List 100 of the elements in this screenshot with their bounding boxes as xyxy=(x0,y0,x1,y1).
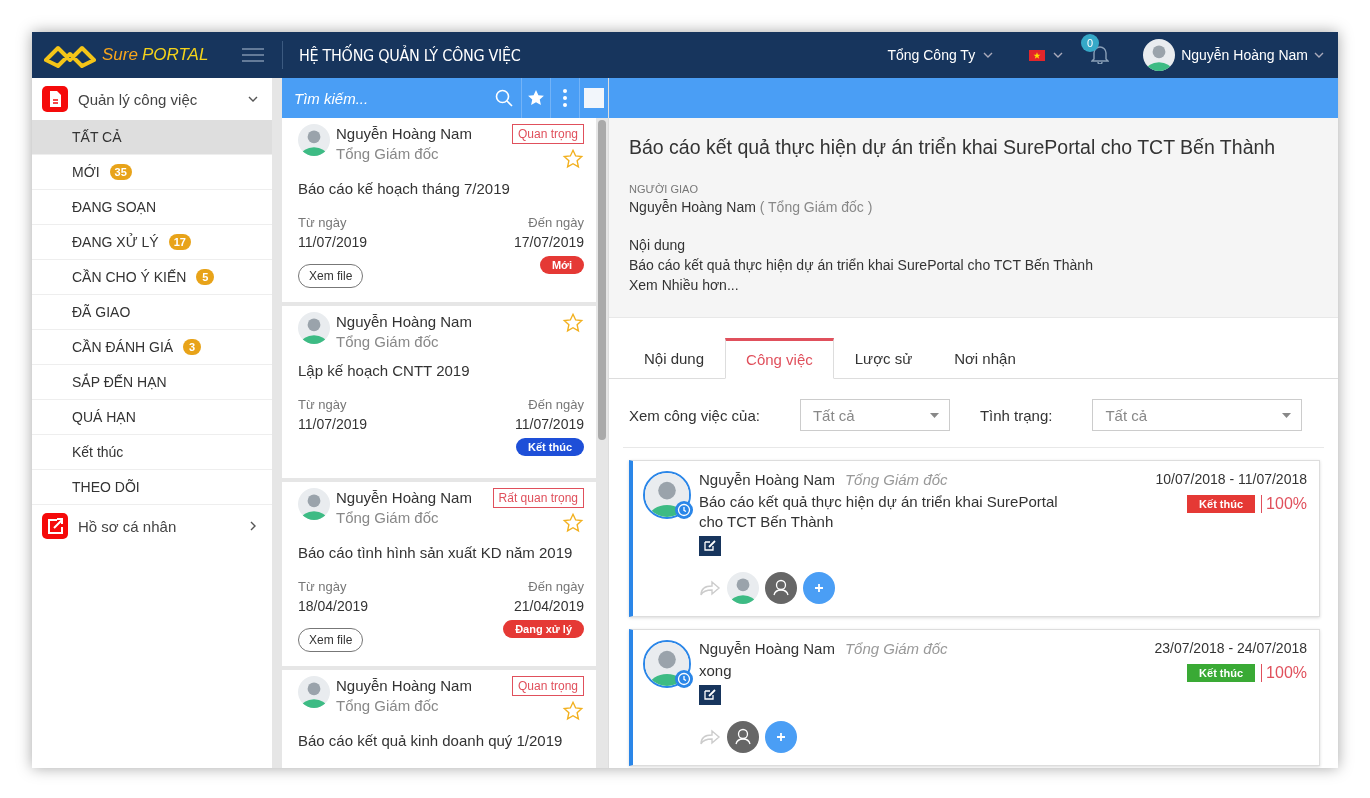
avatar xyxy=(298,488,330,520)
task-card[interactable]: Nguyễn Hoàng Nam Tổng Giám đốc Rất quan trọng Báo cáo tình hình sản xuất KD năm 2019 Từ ngày 18/04/2019 Đến ngày 21/04/2019 Xem file Đang xử lý xyxy=(282,482,596,666)
subtask-text: xong xyxy=(699,661,733,681)
sidebar-group[interactable]: Hồ sơ cá nhân xyxy=(32,505,272,547)
search-icon[interactable] xyxy=(495,89,513,107)
sidebar-label: CẦN ĐÁNH GIÁ xyxy=(72,339,174,355)
person-role: Tổng Giám đốc xyxy=(844,640,948,657)
clock-icon xyxy=(675,670,693,688)
view-file-button[interactable]: Xem file xyxy=(298,628,364,652)
status-badge: Mới xyxy=(539,256,584,274)
view-file-button[interactable]: Xem file xyxy=(298,264,364,288)
start-date: 11/07/2019 xyxy=(298,416,368,432)
subtask-card[interactable]: Nguyễn Hoàng Nam Tổng Giám đốc Báo cáo kết quả thực hiện dự án triển khai SurePortal cho TCT Bến Thành 10/07/2018 - 11/07/2018 Kết thúc 100% xyxy=(629,460,1320,617)
user-avatar xyxy=(1143,39,1176,71)
logo-text: PORTAL xyxy=(141,45,209,65)
user-icon xyxy=(765,572,797,604)
star-icon[interactable] xyxy=(562,312,584,334)
chevron-icon[interactable] xyxy=(248,96,258,102)
chevron-icon[interactable] xyxy=(250,521,256,531)
person-role: Tổng Giám đốc xyxy=(336,332,440,352)
date-label: Từ ngày xyxy=(298,397,348,412)
app-title: HỆ THỐNG QUẢN LÝ CÔNG VIỆC xyxy=(299,45,522,65)
filter-dropdown[interactable]: Tất cả xyxy=(799,399,950,431)
person-name: Nguyễn Hoàng Nam xyxy=(336,488,473,508)
sidebar-label: SẮP ĐẾN HẠN xyxy=(72,374,167,390)
status-badge: Kết thúc xyxy=(516,438,584,456)
tab[interactable]: Nơi nhận xyxy=(933,338,1037,379)
date-label: Đến ngày xyxy=(528,215,584,230)
filter-dropdown[interactable]: Tất cả xyxy=(1092,399,1303,431)
date-range: 10/07/2018 - 11/07/2018 xyxy=(1155,471,1307,487)
sidebar-item[interactable]: ĐANG SOẠN xyxy=(32,190,272,225)
content-text: Báo cáo kết quả thực hiện dự án triển khai SurePortal cho TCT Bến Thành xyxy=(629,256,1094,275)
edit-icon[interactable] xyxy=(699,536,721,556)
start-date: 11/07/2019 xyxy=(298,234,368,250)
task-title: Lập kế hoạch CNTT 2019 xyxy=(298,362,471,379)
more-icon[interactable] xyxy=(563,89,567,107)
task-card[interactable]: Nguyễn Hoàng Nam Tổng Giám đốc Quan trọng Báo cáo kết quả kinh doanh quý 1/2019 xyxy=(282,670,596,768)
date-label: Từ ngày xyxy=(298,215,348,230)
sidebar-label: CẦN CHO Ý KIẾN xyxy=(72,269,187,285)
checkbox-icon[interactable] xyxy=(584,88,604,108)
forward-icon[interactable] xyxy=(699,579,721,597)
sidebar-item[interactable]: SẮP ĐẾN HẠN xyxy=(32,365,272,400)
avatar xyxy=(298,124,330,156)
task-title: Báo cáo kế hoạch tháng 7/2019 xyxy=(298,180,511,197)
sidebar-item[interactable]: CẦN ĐÁNH GIÁ 3 xyxy=(32,330,272,365)
task-title: Báo cáo kết quả kinh doanh quý 1/2019 xyxy=(298,732,564,749)
assignee-avatar xyxy=(727,572,759,604)
menu-icon[interactable] xyxy=(242,48,264,62)
chevron-down-icon[interactable] xyxy=(983,52,994,58)
assigner-name: Nguyễn Hoàng Nam xyxy=(629,199,756,215)
sidebar-label: MỚI xyxy=(72,164,100,180)
tab[interactable]: Lược sử xyxy=(833,338,934,379)
sidebar-item[interactable]: MỚI 35 xyxy=(32,155,272,190)
chevron-down-icon[interactable] xyxy=(1314,52,1324,58)
progress-percent: 100% xyxy=(1261,664,1307,682)
subtask-card[interactable]: Nguyễn Hoàng Nam Tổng Giám đốc xong 23/07/2018 - 24/07/2018 Kết thúc 100% xyxy=(629,629,1320,766)
sidebar-item[interactable]: THEO DÕI xyxy=(32,470,272,505)
date-label: Đến ngày xyxy=(528,397,584,412)
sidebar-label: Kết thúc xyxy=(72,444,124,460)
count-badge: 3 xyxy=(183,339,202,355)
count-badge: 17 xyxy=(168,234,191,250)
sidebar-label: TẤT CẢ xyxy=(72,129,122,145)
sidebar-item[interactable]: CẦN CHO Ý KIẾN 5 xyxy=(32,260,272,295)
sidebar-item[interactable]: ĐÃ GIAO xyxy=(32,295,272,330)
show-more-link[interactable]: Xem Nhiều hơn... xyxy=(629,275,739,295)
star-icon[interactable] xyxy=(562,148,584,170)
sidebar-item[interactable]: Kết thúc xyxy=(32,435,272,470)
sidebar-item[interactable]: ĐANG XỬ LÝ 17 xyxy=(32,225,272,260)
status-badge: Đang xử lý xyxy=(503,620,584,638)
forward-icon[interactable] xyxy=(699,728,721,746)
caret-icon xyxy=(1282,412,1292,418)
plus-icon xyxy=(776,732,786,742)
date-range: 23/07/2018 - 24/07/2018 xyxy=(1154,640,1307,656)
tab[interactable]: Công việc xyxy=(725,338,834,379)
star-icon[interactable] xyxy=(562,512,584,534)
company-selector[interactable]: Tổng Công Ty xyxy=(887,47,976,63)
star-icon[interactable] xyxy=(526,88,546,108)
flag-icon[interactable] xyxy=(1029,49,1046,61)
task-card[interactable]: Nguyễn Hoàng Nam Tổng Giám đốc Quan trọng Báo cáo kế hoạch tháng 7/2019 Từ ngày 11/07/2019 Đến ngày 17/07/2019 Xem file Mới xyxy=(282,118,596,302)
edit-icon[interactable] xyxy=(699,685,721,705)
sidebar-item[interactable]: QUÁ HẠN xyxy=(32,400,272,435)
scrollbar-thumb[interactable] xyxy=(598,120,606,440)
content-label: Nội dung xyxy=(629,236,687,255)
status-badge: Kết thúc xyxy=(1187,664,1256,682)
add-assignee-button[interactable] xyxy=(803,572,835,604)
avatar xyxy=(645,473,689,517)
tab[interactable]: Nội dung xyxy=(623,338,726,379)
add-assignee-button[interactable] xyxy=(765,721,797,753)
chevron-down-icon[interactable] xyxy=(1053,52,1064,58)
date-label: Từ ngày xyxy=(298,579,348,594)
person-name: Nguyễn Hoàng Nam xyxy=(336,124,473,144)
person-role: Tổng Giám đốc xyxy=(336,696,440,716)
priority-tag: Quan trọng xyxy=(511,124,584,144)
sidebar-group[interactable]: Quản lý công việc xyxy=(32,78,272,120)
sidebar-item[interactable]: TẤT CẢ xyxy=(32,120,272,155)
bell-icon[interactable] xyxy=(1091,43,1110,64)
user-name[interactable]: Nguyễn Hoàng Nam xyxy=(1181,47,1308,63)
assigner-role: ( Tổng Giám đốc ) xyxy=(759,199,873,215)
task-card[interactable]: Nguyễn Hoàng Nam Tổng Giám đốc Lập kế hoạch CNTT 2019 Từ ngày 11/07/2019 Đến ngày 11/07/2019 Kết thúc xyxy=(282,306,596,478)
star-icon[interactable] xyxy=(562,700,584,722)
